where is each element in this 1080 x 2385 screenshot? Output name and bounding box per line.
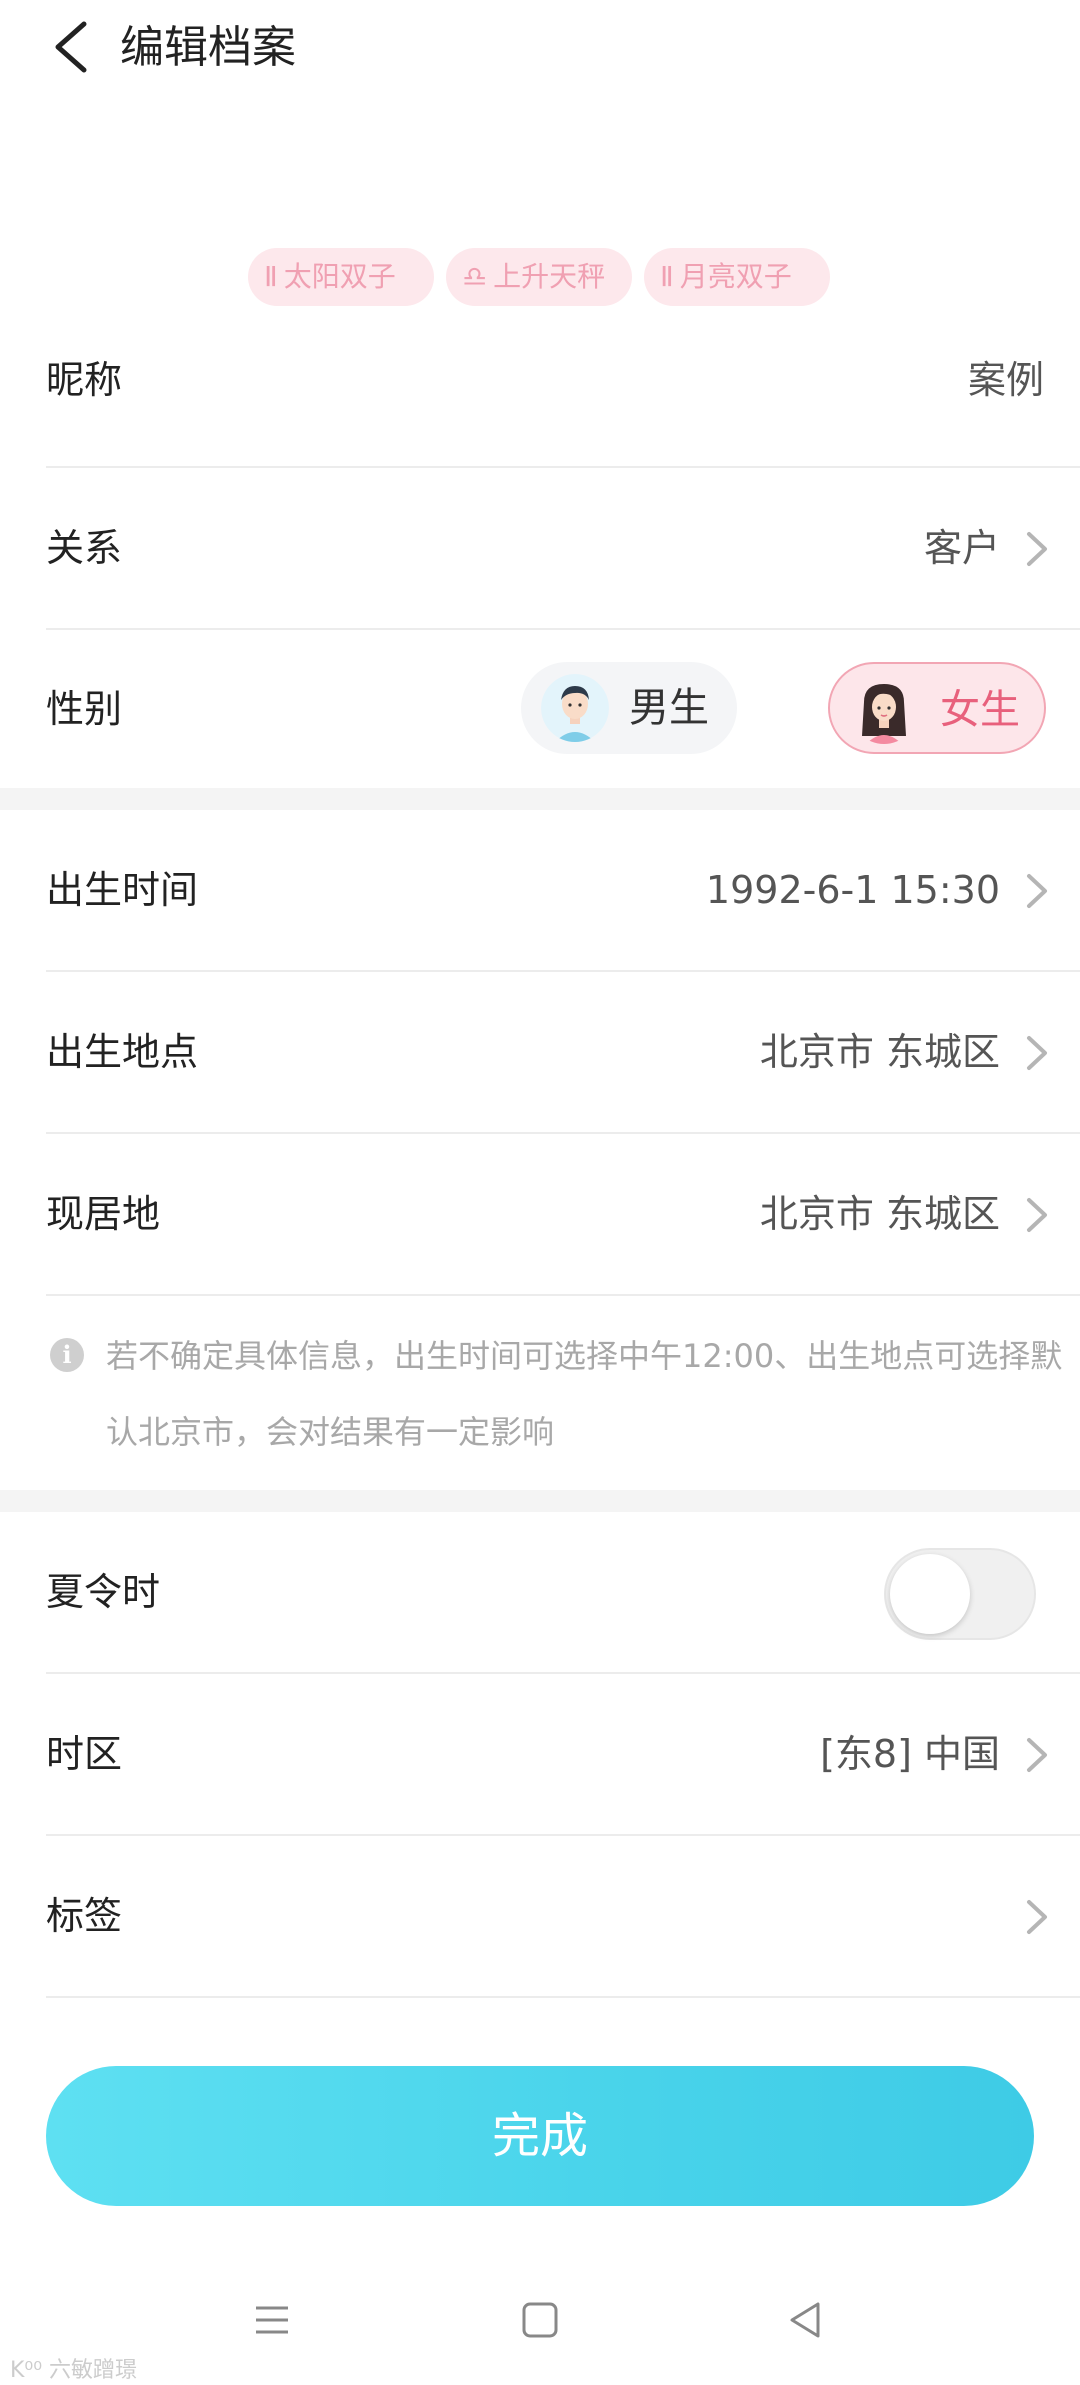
nickname-label: 昵称 xyxy=(46,358,123,402)
toggle-knob xyxy=(890,1554,970,1634)
birth-time-value: 1992-6-1 15:30 xyxy=(705,868,1000,912)
section-divider xyxy=(0,788,1080,810)
divider xyxy=(46,1996,1080,1998)
info-icon: i xyxy=(50,1338,84,1372)
tags-label: 标签 xyxy=(46,1894,123,1938)
chevron-right-icon xyxy=(1027,1738,1047,1772)
relation-row[interactable]: 关系 客户 xyxy=(46,468,1080,630)
chevron-right-icon xyxy=(1027,532,1047,566)
back-triangle-icon[interactable] xyxy=(776,2290,836,2350)
astro-tag-moon: Ⅱ 月亮双子 xyxy=(644,248,830,306)
divider xyxy=(46,1294,1080,1296)
timezone-row[interactable]: 时区 [东8] 中国 xyxy=(46,1674,1080,1836)
page-title: 编辑档案 xyxy=(120,22,296,73)
chevron-right-icon xyxy=(1027,1036,1047,1070)
dst-label: 夏令时 xyxy=(46,1570,161,1614)
tags-row[interactable]: 标签 xyxy=(46,1836,1080,1998)
relation-value: 客户 xyxy=(923,526,1000,570)
residence-value: 北京市 东城区 xyxy=(759,1192,1000,1236)
male-avatar-icon xyxy=(541,674,609,742)
nickname-value[interactable]: 案例 xyxy=(968,300,1044,460)
birth-place-value: 北京市 东城区 xyxy=(759,1030,1000,1074)
system-navbar xyxy=(0,2270,1080,2370)
astro-tag-label: 上升天秤 xyxy=(493,260,606,293)
header: 编辑档案 xyxy=(0,0,1080,100)
astro-tag-sun: Ⅱ 太阳双子 xyxy=(248,248,434,306)
chevron-right-icon xyxy=(1027,1900,1047,1934)
gender-female-label: 女生 xyxy=(940,687,1020,733)
birth-time-row[interactable]: 出生时间 1992-6-1 15:30 xyxy=(46,810,1080,972)
astro-tag-ascendant: ♎ 上升天秤 xyxy=(446,248,632,306)
residence-label: 现居地 xyxy=(46,1192,161,1236)
chevron-right-icon xyxy=(1027,874,1047,908)
dst-toggle[interactable] xyxy=(884,1548,1036,1640)
back-button[interactable] xyxy=(46,14,102,80)
gemini-icon: Ⅱ xyxy=(660,260,674,293)
notice-text: 若不确定具体信息，出生时间可选择中午12:00、出生地点可选择默认北京市，会对结… xyxy=(106,1337,1063,1451)
birth-place-label: 出生地点 xyxy=(46,1030,199,1074)
nickname-row[interactable]: 昵称 案例 xyxy=(46,306,1080,468)
done-button[interactable]: 完成 xyxy=(46,2066,1034,2206)
gender-female-button[interactable]: 女生 xyxy=(828,662,1046,754)
gender-label: 性别 xyxy=(46,687,123,731)
female-avatar-icon xyxy=(850,676,918,744)
residence-row[interactable]: 现居地 北京市 东城区 xyxy=(46,1134,1080,1296)
chevron-right-icon xyxy=(1027,1198,1047,1232)
chevron-left-icon xyxy=(55,21,87,73)
gender-male-label: 男生 xyxy=(629,685,709,731)
relation-label: 关系 xyxy=(46,526,123,570)
astro-tags: Ⅱ 太阳双子 ♎ 上升天秤 Ⅱ 月亮双子 xyxy=(0,248,1080,306)
home-square-icon[interactable] xyxy=(510,2290,570,2350)
menu-icon[interactable] xyxy=(242,2290,302,2350)
gemini-icon: Ⅱ xyxy=(264,260,278,293)
astro-tag-label: 月亮双子 xyxy=(679,260,792,293)
birth-time-label: 出生时间 xyxy=(46,868,199,912)
astro-tag-label: 太阳双子 xyxy=(283,260,396,293)
timezone-value: [东8] 中国 xyxy=(820,1732,1000,1776)
timezone-label: 时区 xyxy=(46,1732,123,1776)
gender-male-button[interactable]: 男生 xyxy=(521,662,737,754)
libra-icon: ♎ xyxy=(462,260,488,293)
birth-place-row[interactable]: 出生地点 北京市 东城区 xyxy=(46,972,1080,1134)
watermark: K⁰⁰ 六敏蹭璟 xyxy=(10,2358,138,2383)
section-divider xyxy=(0,1490,1080,1512)
